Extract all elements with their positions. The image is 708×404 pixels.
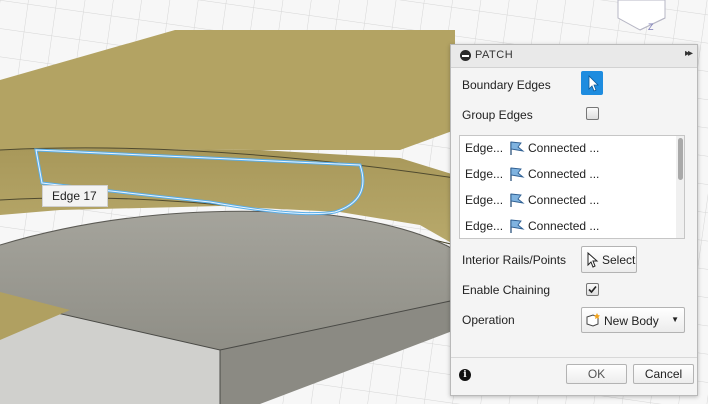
cancel-button[interactable]: Cancel — [633, 364, 694, 384]
patch-panel: PATCH ▸▸ Boundary Edges Group Edges Edge… — [450, 44, 698, 396]
viewcube-z-label: Z — [648, 22, 654, 32]
edge-type: Connected ... — [528, 193, 600, 207]
edge-type: Connected ... — [528, 167, 600, 181]
group-edges-label: Group Edges — [462, 108, 533, 122]
enable-chaining-checkbox[interactable] — [586, 283, 599, 296]
ok-button[interactable]: OK — [566, 364, 627, 384]
edge-name: Edge... — [465, 193, 504, 207]
scrollbar-thumb[interactable] — [678, 138, 683, 180]
edge-list-scrollbar[interactable] — [676, 136, 684, 238]
panel-header[interactable]: PATCH ▸▸ — [451, 45, 697, 68]
operation-dropdown[interactable]: New Body ▼ — [581, 307, 685, 333]
chevron-down-icon: ▼ — [671, 315, 679, 324]
interior-rails-select-button[interactable]: Select — [581, 246, 637, 273]
edge-name: Edge... — [465, 219, 504, 233]
edge-type: Connected ... — [528, 219, 600, 233]
flag-icon — [510, 167, 525, 181]
collapse-icon[interactable] — [460, 50, 471, 61]
panel-footer: i OK Cancel — [451, 357, 697, 396]
cursor-arrow-icon — [588, 75, 599, 92]
flag-icon — [510, 141, 525, 155]
interior-rails-label: Interior Rails/Points — [462, 253, 567, 267]
operation-label: Operation — [462, 313, 515, 327]
panel-title: PATCH — [475, 49, 514, 61]
boundary-edges-label: Boundary Edges — [462, 78, 551, 92]
select-button-label: Select — [602, 253, 636, 267]
list-item[interactable]: Edge... Connected ... — [460, 162, 676, 188]
flag-icon — [510, 219, 525, 233]
edge-name: Edge... — [465, 167, 504, 181]
boundary-edges-select-button[interactable] — [581, 71, 603, 95]
cursor-arrow-icon — [587, 251, 599, 268]
edge-name: Edge... — [465, 141, 504, 155]
group-edges-checkbox[interactable] — [586, 107, 599, 120]
enable-chaining-label: Enable Chaining — [462, 283, 551, 297]
edge-type: Connected ... — [528, 141, 600, 155]
double-chevron-right-icon[interactable]: ▸▸ — [685, 48, 693, 59]
edge-tooltip: Edge 17 — [42, 185, 108, 207]
list-item[interactable]: Edge... Connected ... — [460, 188, 676, 214]
new-body-icon — [586, 313, 600, 327]
list-item[interactable]: Edge... Connected ... — [460, 136, 676, 162]
checkmark-icon — [588, 285, 597, 294]
operation-value: New Body — [604, 314, 659, 328]
flag-icon — [510, 193, 525, 207]
list-item[interactable]: Edge... Connected ... — [460, 214, 676, 238]
info-icon[interactable]: i — [459, 369, 471, 381]
edge-list[interactable]: Edge... Connected ... Edge... Connected … — [459, 135, 685, 239]
